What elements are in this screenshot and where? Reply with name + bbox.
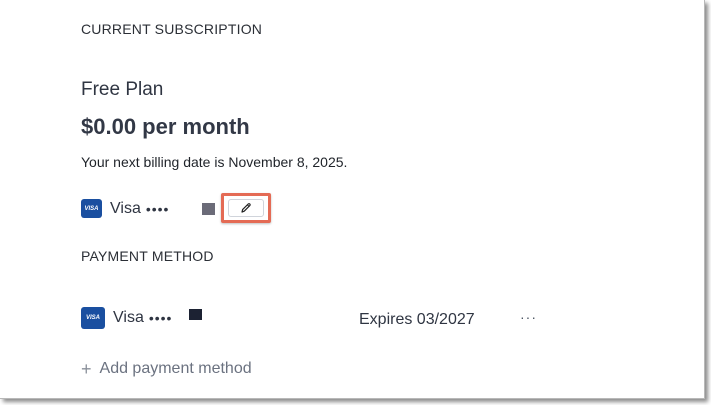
plan-name: Free Plan (81, 79, 164, 100)
redacted-card-digits (189, 309, 202, 320)
payment-method-card: VISA Visa •••• (81, 307, 172, 329)
visa-logo-icon: VISA (81, 199, 102, 218)
add-payment-method-label: Add payment method (99, 360, 252, 377)
visa-logo-icon: VISA (81, 307, 105, 329)
current-subscription-heading: CURRENT SUBSCRIPTION (81, 21, 263, 37)
billing-date-note: Your next billing date is November 8, 20… (81, 154, 348, 170)
edit-card-button[interactable] (228, 199, 264, 217)
card-brand: Visa (110, 199, 141, 217)
more-options-button[interactable]: ··· (520, 309, 537, 325)
subscription-panel: CURRENT SUBSCRIPTION Free Plan $0.00 per… (0, 0, 705, 399)
subscription-card: VISA Visa •••• (81, 199, 169, 218)
pencil-icon (241, 203, 251, 213)
add-payment-method-button[interactable]: + Add payment method (81, 360, 252, 378)
card-expiry: Expires 03/2027 (359, 311, 475, 328)
card-masked-number: •••• (145, 200, 170, 217)
payment-method-heading: PAYMENT METHOD (81, 248, 214, 264)
card-masked-number: •••• (148, 310, 173, 326)
plus-icon: + (81, 359, 92, 379)
plan-price: $0.00 per month (81, 114, 250, 139)
edit-card-highlight (221, 193, 271, 223)
card-brand: Visa (113, 309, 144, 326)
redacted-card-digits (202, 203, 215, 215)
